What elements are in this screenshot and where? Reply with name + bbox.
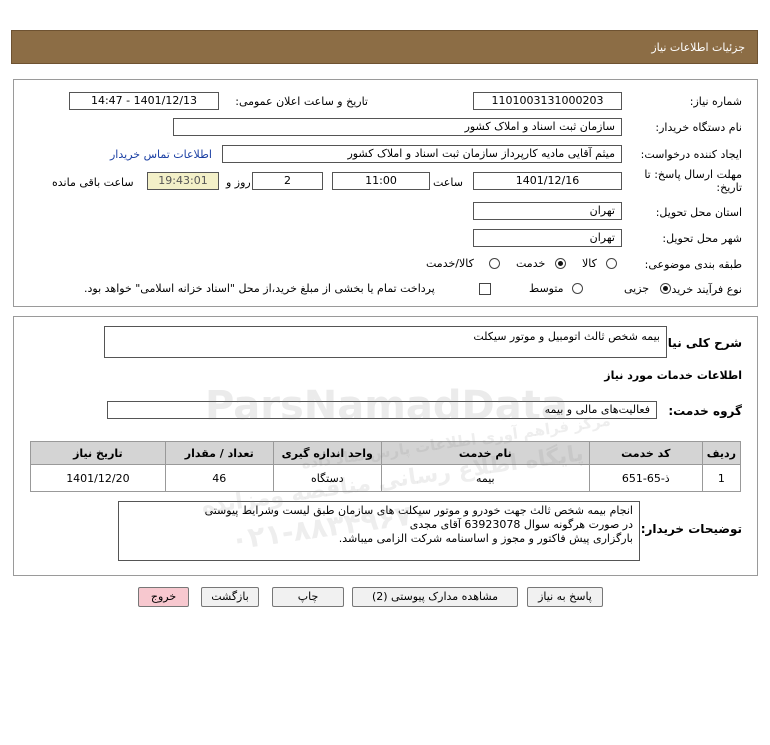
remaining-time-label: ساعت باقی مانده (52, 176, 134, 189)
deadline-time-field: 11:00 (332, 172, 430, 190)
watermark-logo-text: ParsNamadData (205, 383, 568, 429)
remaining-time-field: 19:43:01 (147, 172, 219, 190)
cell-service-code: ذ-65-651 (588, 464, 703, 492)
creator-label: ایجاد کننده درخواست: (640, 148, 742, 161)
category-goods-service-label: کالا/خدمت (426, 257, 474, 270)
process-minor-radio[interactable] (660, 283, 671, 294)
reply-button[interactable]: پاسخ به نیاز (527, 587, 603, 607)
process-medium-radio[interactable] (572, 283, 583, 294)
process-medium-label: متوسط (529, 282, 564, 295)
col-need-date: تاریخ نیاز (30, 441, 166, 465)
process-type-label: نوع فرآیند خرید : (664, 283, 742, 296)
summary-label: شرح کلی نیاز: (656, 336, 742, 350)
print-button[interactable]: چاپ (272, 587, 344, 607)
category-goods-service-radio[interactable] (489, 258, 500, 269)
page-header: جزئیات اطلاعات نیاز (11, 30, 758, 64)
cell-need-date: 1401/12/20 (30, 464, 166, 492)
view-documents-button[interactable]: مشاهده مدارک پیوستی (2) (352, 587, 518, 607)
services-heading: اطلاعات خدمات مورد نیاز (604, 369, 742, 382)
city-label: شهر محل تحویل: (662, 232, 742, 245)
category-goods-label: کالا (582, 257, 597, 270)
col-quantity: تعداد / مقدار (164, 441, 274, 465)
request-info-panel (13, 79, 758, 307)
page-title: جزئیات اطلاعات نیاز (651, 41, 745, 54)
service-group-label: گروه خدمت: (668, 404, 742, 418)
category-service-radio[interactable] (555, 258, 566, 269)
summary-field: بیمه شخص ثالث اتومبیل و موتور سیکلت (104, 326, 667, 358)
deadline-label-date: تاریخ: (716, 181, 742, 194)
deadline-time-label: ساعت (433, 176, 463, 189)
process-minor-label: جزیی (624, 282, 650, 295)
treasury-payment-checkbox[interactable] (479, 283, 491, 295)
announce-date-field: 1401/12/13 - 14:47 (69, 92, 219, 110)
buyer-org-label: نام دستگاه خریدار: (655, 121, 742, 134)
days-field: 2 (252, 172, 323, 190)
city-field: تهران (473, 229, 622, 247)
days-label: روز و (226, 176, 251, 189)
deadline-label: مهلت ارسال پاسخ: تا (644, 168, 742, 181)
category-label: طبقه بندی موضوعی: (644, 258, 742, 271)
province-field: تهران (473, 202, 622, 220)
creator-field: میثم آقایی مادیه کارپرداز سازمان ثبت اسن… (222, 145, 622, 163)
deadline-date-field: 1401/12/16 (473, 172, 622, 190)
need-number-label: شماره نیاز: (689, 95, 742, 108)
need-number-field: 1101003131000203 (473, 92, 622, 110)
buyer-contact-link[interactable]: اطلاعات تماس خریدار (110, 148, 212, 161)
province-label: استان محل تحویل: (655, 206, 742, 219)
buyer-org-field: سازمان ثبت اسناد و املاک کشور (173, 118, 622, 136)
col-row: ردیف (701, 441, 742, 465)
buyer-notes-label: توضیحات خریدار: (640, 522, 742, 536)
announce-date-label: تاریخ و ساعت اعلان عمومی: (235, 95, 368, 108)
category-goods-radio[interactable] (606, 258, 617, 269)
back-button[interactable]: بازگشت (201, 587, 259, 607)
treasury-payment-note: پرداخت تمام یا بخشی از مبلغ خرید،از محل … (84, 282, 435, 295)
cell-row: 1 (701, 464, 742, 492)
category-service-label: خدمت (516, 257, 546, 270)
col-service-code: کد خدمت (588, 441, 703, 465)
exit-button[interactable]: خروج (138, 587, 189, 607)
